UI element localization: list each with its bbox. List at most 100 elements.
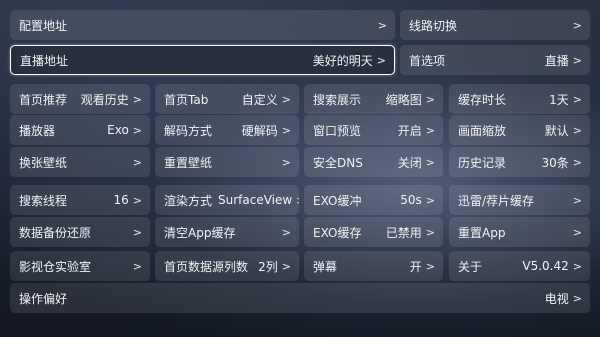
chevron-right-icon: > xyxy=(281,225,291,239)
setting-label: EXO缓存 xyxy=(313,225,362,240)
setting-item-5-2[interactable]: EXO缓冲 50s > xyxy=(304,185,443,215)
setting-value-group: 电视 > xyxy=(545,290,582,307)
setting-value: 1天 xyxy=(549,92,569,107)
setting-value-group: > xyxy=(569,194,582,207)
setting-item-2-3[interactable]: 缓存时长 1天 > xyxy=(449,84,590,114)
setting-value-group: 默认 > xyxy=(545,122,582,139)
chevron-right-icon: > xyxy=(572,193,582,207)
chevron-right-icon: > xyxy=(281,123,291,137)
chevron-right-icon: > xyxy=(281,92,291,106)
setting-item-0-0[interactable]: 配置地址 > xyxy=(10,10,395,40)
setting-value: 硬解码 xyxy=(241,123,278,138)
setting-item-3-2[interactable]: 窗口预览 开启 > xyxy=(304,115,443,145)
setting-value: 直播 xyxy=(544,53,569,68)
setting-label: 历史记录 xyxy=(458,155,507,170)
setting-value-group: 1天 > xyxy=(549,91,582,108)
setting-item-6-0[interactable]: 数据备份还原 > xyxy=(10,217,150,247)
setting-value-group: 硬解码 > xyxy=(242,122,291,139)
setting-value: Exo xyxy=(107,123,129,137)
setting-item-4-0[interactable]: 换张壁纸 > xyxy=(10,147,150,177)
chevron-right-icon: > xyxy=(572,123,582,137)
setting-label: 首页数据源列数 xyxy=(164,259,249,274)
setting-label: 窗口预览 xyxy=(313,123,362,138)
setting-value-group: 观看历史 > xyxy=(81,91,142,108)
setting-item-4-3[interactable]: 历史记录 30条 > xyxy=(449,147,590,177)
setting-item-3-0[interactable]: 播放器 Exo > xyxy=(10,115,150,145)
chevron-right-icon: > xyxy=(572,92,582,106)
setting-item-8-0[interactable]: 操作偏好 电视 > xyxy=(10,283,590,313)
setting-item-7-3[interactable]: 关于 V5.0.42 > xyxy=(449,251,590,281)
setting-value-group: > xyxy=(569,226,582,239)
setting-value-group: > xyxy=(278,156,291,169)
setting-label: 安全DNS xyxy=(313,155,363,170)
setting-value: 开启 xyxy=(397,123,422,138)
setting-value-group: > xyxy=(129,156,142,169)
setting-label: 解码方式 xyxy=(164,123,213,138)
setting-value: V5.0.42 xyxy=(522,259,569,273)
setting-label: 搜索展示 xyxy=(313,92,362,107)
chevron-right-icon: > xyxy=(281,259,291,273)
chevron-right-icon: > xyxy=(132,259,142,273)
setting-label: 关于 xyxy=(458,259,483,274)
chevron-right-icon: > xyxy=(376,53,386,67)
setting-label: 配置地址 xyxy=(19,18,68,33)
setting-value-group: 自定义 > xyxy=(242,91,291,108)
setting-item-1-1[interactable]: 首选项 直播 > xyxy=(400,45,590,75)
setting-item-2-0[interactable]: 首页推荐 观看历史 > xyxy=(10,84,150,114)
chevron-right-icon: > xyxy=(572,155,582,169)
setting-value: 电视 xyxy=(544,291,569,306)
setting-value: 观看历史 xyxy=(80,92,129,107)
chevron-right-icon: > xyxy=(572,53,582,67)
setting-item-4-2[interactable]: 安全DNS 关闭 > xyxy=(304,147,443,177)
setting-value: 2列 xyxy=(258,259,278,274)
setting-item-4-1[interactable]: 重置壁纸 > xyxy=(155,147,299,177)
chevron-right-icon: > xyxy=(132,225,142,239)
chevron-right-icon: > xyxy=(425,193,435,207)
setting-label: EXO缓冲 xyxy=(313,193,362,208)
setting-item-7-2[interactable]: 弹幕 开 > xyxy=(304,251,443,281)
setting-value-group: 已禁用 > xyxy=(386,224,435,241)
setting-item-5-1[interactable]: 渲染方式 SurfaceView> xyxy=(155,185,299,215)
setting-item-3-1[interactable]: 解码方式 硬解码 > xyxy=(155,115,299,145)
setting-label: 影视仓实验室 xyxy=(19,259,92,274)
setting-item-6-2[interactable]: EXO缓存 已禁用 > xyxy=(304,217,443,247)
chevron-right-icon: > xyxy=(572,225,582,239)
setting-value-group: 50s > xyxy=(400,193,435,207)
setting-item-5-3[interactable]: 迅雷/荐片缓存 > xyxy=(449,185,590,215)
setting-label: 首页推荐 xyxy=(19,92,68,107)
chevron-right-icon: > xyxy=(572,291,582,305)
setting-label: 弹幕 xyxy=(313,259,338,274)
setting-item-6-3[interactable]: 重置App > xyxy=(449,217,590,247)
setting-label: 线路切换 xyxy=(409,18,458,33)
setting-value-group: 关闭 > xyxy=(398,154,435,171)
setting-item-7-1[interactable]: 首页数据源列数 2列 > xyxy=(155,251,299,281)
setting-value: 50s xyxy=(400,193,422,207)
setting-value: SurfaceView xyxy=(218,193,293,207)
chevron-right-icon: > xyxy=(132,193,142,207)
setting-value: 16 xyxy=(113,193,129,207)
setting-value-group: SurfaceView> xyxy=(218,193,299,207)
setting-item-2-1[interactable]: 首页Tab 自定义 > xyxy=(155,84,299,114)
setting-value: 自定义 xyxy=(241,92,278,107)
setting-label: 首选项 xyxy=(409,53,446,68)
chevron-right-icon: > xyxy=(281,155,291,169)
setting-label: 直播地址 xyxy=(20,53,69,68)
setting-value-group: > xyxy=(374,19,387,32)
setting-item-1-0[interactable]: 直播地址 美好的明天 > xyxy=(10,45,395,75)
setting-item-2-2[interactable]: 搜索展示 缩略图 > xyxy=(304,84,443,114)
setting-label: 操作偏好 xyxy=(19,291,68,306)
setting-item-6-1[interactable]: 清空App缓存 > xyxy=(155,217,299,247)
setting-label: 重置App xyxy=(458,225,506,240)
setting-value-group: Exo > xyxy=(107,123,142,137)
chevron-right-icon: > xyxy=(425,155,435,169)
chevron-right-icon: > xyxy=(132,123,142,137)
setting-value-group: 16 > xyxy=(114,193,143,207)
setting-value-group: 开启 > xyxy=(398,122,435,139)
chevron-right-icon: > xyxy=(425,92,435,106)
setting-value-group: > xyxy=(278,226,291,239)
setting-value-group: > xyxy=(569,19,582,32)
setting-item-0-1[interactable]: 线路切换 > xyxy=(400,10,590,40)
setting-item-3-3[interactable]: 画面缩放 默认 > xyxy=(449,115,590,145)
setting-item-7-0[interactable]: 影视仓实验室 > xyxy=(10,251,150,281)
setting-item-5-0[interactable]: 搜索线程 16 > xyxy=(10,185,150,215)
